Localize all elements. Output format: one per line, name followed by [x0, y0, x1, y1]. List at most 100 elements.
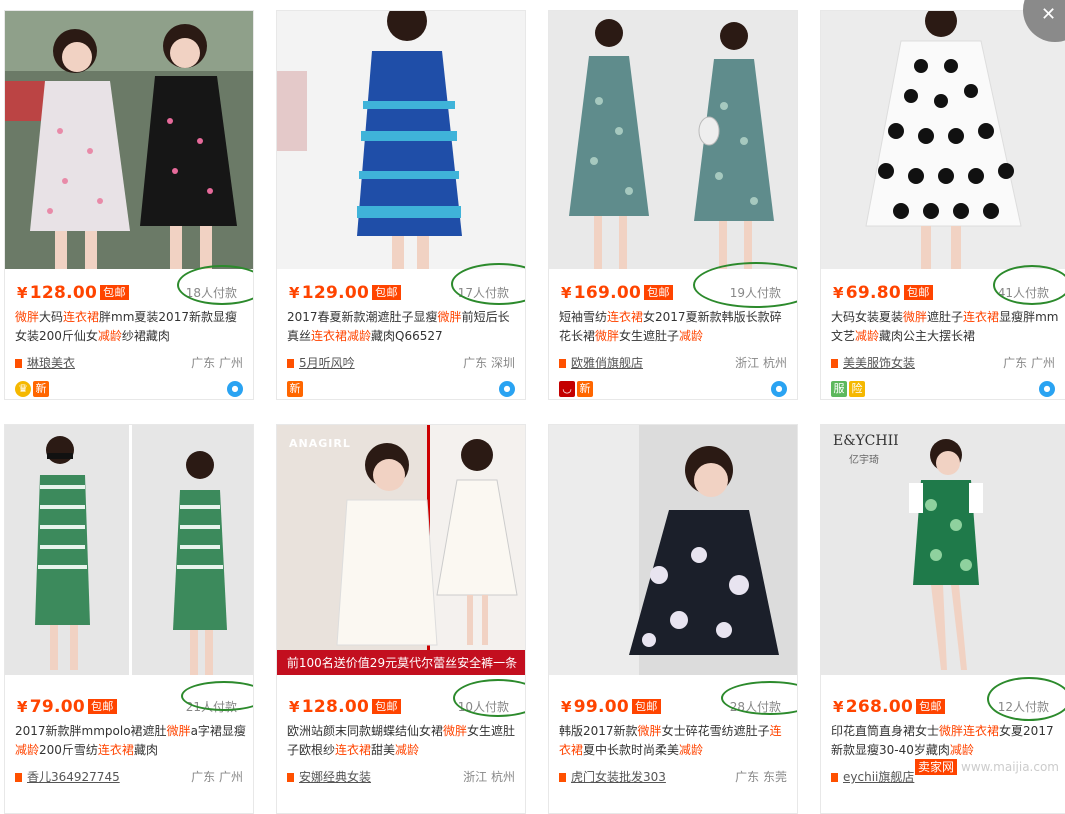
product-price: ¥169.00 包邮: [561, 283, 673, 303]
shop-link[interactable]: 5月听风吟: [287, 354, 355, 371]
product-image[interactable]: [549, 425, 797, 675]
gold-crown-icon: ♛: [15, 381, 31, 397]
title-text: a字裙显瘦: [190, 724, 246, 738]
paid-count: 21人付款: [185, 700, 237, 714]
shop-location: 广东 广州: [191, 770, 243, 784]
keyword-highlight: 减龄: [679, 743, 704, 757]
paid-count: 19人付款: [729, 286, 781, 300]
paid-count: 41人付款: [997, 286, 1049, 300]
keyword-highlight: 微胖: [903, 310, 928, 324]
keyword-highlight: 连衣裙: [963, 724, 1000, 738]
wangwang-chat-icon[interactable]: ●: [227, 381, 243, 397]
product-card[interactable]: ANAGIRL 前100名送价值29元莫代尔蕾丝安全裤一条 ¥128.00 包邮 …: [276, 424, 526, 814]
keyword-highlight: 微胖: [637, 724, 662, 738]
watermark: 卖家网 www.maijia.com: [914, 758, 1059, 775]
wangwang-chat-icon[interactable]: ●: [771, 381, 787, 397]
product-title[interactable]: 大码女装夏装微胖遮肚子连衣裙显瘦胖mm文艺减龄藏肉公主大摆长裙: [831, 308, 1063, 346]
title-text: 欧洲站颜末同款蝴蝶结仙女裙: [287, 724, 444, 738]
shop-link[interactable]: 琳琅美衣: [15, 354, 75, 371]
keyword-highlight: 减龄: [679, 329, 704, 343]
product-card[interactable]: ¥79.00 包邮 21人付款 2017新款胖mmpolo裙遮肚微胖a字裙显瘦减龄…: [4, 424, 254, 814]
free-shipping-badge: 包邮: [916, 699, 945, 714]
shop-location: 广东 深圳: [463, 356, 515, 370]
keyword-highlight: 连衣裙: [963, 310, 1000, 324]
tmall-icon: ◡: [559, 381, 575, 397]
product-image[interactable]: [277, 11, 525, 269]
product-card[interactable]: ¥169.00 包邮 19人付款 短袖雪纺连衣裙女2017夏新款韩版长款碎花长裙微…: [548, 10, 798, 400]
title-text: 女生遮肚子: [619, 329, 680, 343]
product-card[interactable]: ¥69.80 包邮 41人付款 大码女装夏装微胖遮肚子连衣裙显瘦胖mm文艺减龄藏肉…: [820, 10, 1065, 400]
title-text: 女士碎花雪纺遮肚子: [661, 724, 770, 738]
new-badge-icon: 新: [577, 381, 593, 397]
title-text: 甜美: [371, 743, 396, 757]
product-image[interactable]: [5, 11, 253, 269]
title-text: 夏中长款时尚柔美: [583, 743, 680, 757]
promo-banner: 前100名送价值29元莫代尔蕾丝安全裤一条: [286, 656, 518, 670]
product-title[interactable]: 欧洲站颜末同款蝴蝶结仙女裙微胖女生遮肚子欧根纱连衣裙甜美减龄: [287, 722, 519, 760]
brand-logo-eychii: E&YCHII: [833, 433, 899, 449]
title-text: 遮肚子: [927, 310, 964, 324]
paid-count: 17人付款: [457, 286, 509, 300]
keyword-highlight: 减龄: [395, 743, 420, 757]
product-image[interactable]: ANAGIRL 前100名送价值29元莫代尔蕾丝安全裤一条: [277, 425, 525, 675]
product-card[interactable]: E&YCHII 亿宇琦 ¥268.00 包邮 12人付款 印花直筒直身裙女士微胖连…: [820, 424, 1065, 814]
product-card[interactable]: ¥128.00 包邮 18人付款 微胖大码连衣裙胖mm夏装2017新款显瘦女装20…: [4, 10, 254, 400]
free-shipping-badge: 包邮: [372, 285, 401, 300]
product-price: ¥99.00 包邮: [561, 697, 661, 717]
product-image[interactable]: [5, 425, 253, 675]
shop-link[interactable]: 虎门女装批发303: [559, 768, 666, 785]
shop-icon: [287, 359, 294, 368]
brand-logo-anagirl: ANAGIRL: [289, 437, 351, 450]
shop-link[interactable]: 美美服饰女装: [831, 354, 915, 371]
free-shipping-badge: 包邮: [372, 699, 401, 714]
keyword-highlight: 微胖: [166, 724, 191, 738]
shop-link[interactable]: 安娜经典女装: [287, 768, 371, 785]
keyword-highlight: 微胖: [15, 310, 40, 324]
title-text: 藏肉: [133, 743, 158, 757]
title-text: 藏肉Q66527: [371, 329, 443, 343]
shop-link[interactable]: 欧雅俏旗舰店: [559, 354, 643, 371]
product-image[interactable]: E&YCHII 亿宇琦: [821, 425, 1065, 675]
wangwang-chat-icon[interactable]: ●: [1039, 381, 1055, 397]
paid-count: 28人付款: [729, 700, 781, 714]
close-icon: ✕: [1041, 4, 1057, 25]
keyword-highlight: 连衣裙: [97, 743, 134, 757]
service-badge-icon: 服: [831, 381, 847, 397]
product-price: ¥69.80 包邮: [833, 283, 933, 303]
keyword-highlight: 微胖: [437, 310, 462, 324]
product-title[interactable]: 韩版2017新款微胖女士碎花雪纺遮肚子连衣裙夏中长款时尚柔美减龄: [559, 722, 791, 760]
title-text: 200斤雪纺: [39, 743, 98, 757]
product-image[interactable]: [549, 11, 797, 269]
brand-subtitle: 亿宇琦: [849, 455, 879, 466]
wangwang-chat-icon[interactable]: ●: [499, 381, 515, 397]
paid-count: 18人付款: [185, 286, 237, 300]
keyword-highlight: 减龄: [97, 329, 122, 343]
free-shipping-badge: 包邮: [632, 699, 661, 714]
keyword-highlight: 减龄: [15, 743, 40, 757]
new-badge-icon: 新: [33, 381, 49, 397]
shop-link[interactable]: 香儿364927745: [15, 768, 120, 785]
shop-icon: [831, 359, 838, 368]
free-shipping-badge: 包邮: [100, 285, 129, 300]
shop-location: 广东 东莞: [735, 770, 787, 784]
product-image[interactable]: [821, 11, 1065, 269]
product-title[interactable]: 2017春夏新款潮遮肚子显瘦微胖前短后长真丝连衣裙减龄藏肉Q66527: [287, 308, 519, 346]
product-card[interactable]: ¥99.00 包邮 28人付款 韩版2017新款微胖女士碎花雪纺遮肚子连衣裙夏中长…: [548, 424, 798, 814]
shop-link[interactable]: eychii旗舰店: [831, 768, 914, 785]
free-shipping-badge: 包邮: [644, 285, 673, 300]
product-title[interactable]: 2017新款胖mmpolo裙遮肚微胖a字裙显瘦减龄200斤雪纺连衣裙藏肉: [15, 722, 247, 760]
title-text: 韩版2017新款: [559, 724, 638, 738]
shop-icon: [559, 359, 566, 368]
shop-location: 广东 广州: [1003, 356, 1055, 370]
product-title[interactable]: 短袖雪纺连衣裙女2017夏新款韩版长款碎花长裙微胖女生遮肚子减龄: [559, 308, 791, 346]
title-text: 印花直筒直身裙女士: [831, 724, 940, 738]
paid-count: 12人付款: [997, 700, 1049, 714]
shop-location: 浙江 杭州: [463, 770, 515, 784]
product-title[interactable]: 微胖大码连衣裙胖mm夏装2017新款显瘦女装200斤仙女减龄纱裙藏肉: [15, 308, 247, 346]
product-title[interactable]: 印花直筒直身裙女士微胖连衣裙女夏2017新款显瘦30-40岁藏肉减龄: [831, 722, 1063, 760]
title-text: 大码: [39, 310, 64, 324]
keyword-highlight: 微胖: [595, 329, 620, 343]
product-card[interactable]: ¥129.00 包邮 17人付款 2017春夏新款潮遮肚子显瘦微胖前短后长真丝连衣…: [276, 10, 526, 400]
product-price: ¥129.00 包邮: [289, 283, 401, 303]
title-text: 大码女装夏装: [831, 310, 904, 324]
